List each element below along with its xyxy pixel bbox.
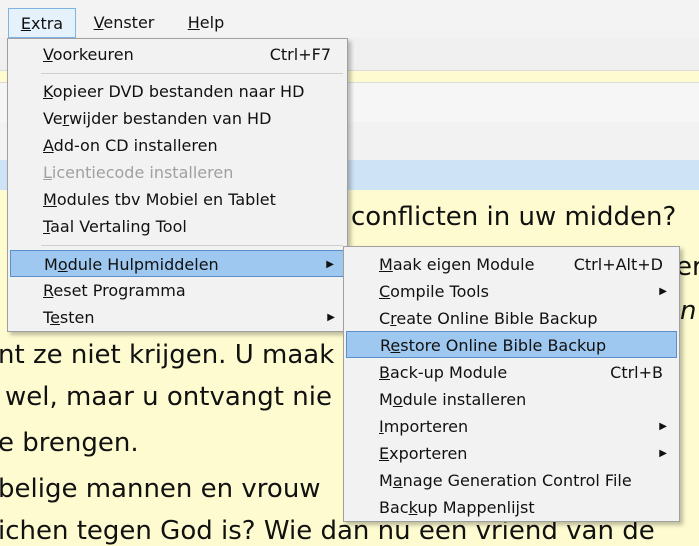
menu-item-backup-module[interactable]: Back-up Module Ctrl+B	[346, 359, 677, 386]
submenu-arrow-icon: ▶	[659, 286, 667, 297]
menu-item-voorkeuren[interactable]: Voorkeuren Ctrl+F7	[10, 41, 345, 68]
text-line: e brengen.	[0, 428, 139, 458]
menu-item-module-installeren[interactable]: Module installeren	[346, 386, 677, 413]
text-line: conflicten in uw midden?	[351, 202, 677, 232]
menu-item-verwijder-bestanden[interactable]: Verwijder bestanden van HD	[10, 105, 345, 132]
menu-item-exporteren[interactable]: Exporteren ▶	[346, 440, 677, 467]
menu-venster[interactable]: Venster	[86, 8, 162, 38]
menu-item-kopieer-dvd[interactable]: Kopieer DVD bestanden naar HD	[10, 78, 345, 105]
text-line: nt ze niet krijgen. U maak	[0, 340, 335, 370]
menu-item-compile-tools[interactable]: Compile Tools ▶	[346, 278, 677, 305]
menu-item-module-hulpmiddelen[interactable]: Module Hulpmiddelen ▶	[10, 250, 345, 277]
menu-item-reset-programma[interactable]: Reset Programma	[10, 277, 345, 304]
menu-item-testen[interactable]: Testen ▶	[10, 304, 345, 331]
submenu-arrow-icon: ▶	[327, 312, 335, 323]
submenu-arrow-icon: ▶	[326, 259, 334, 270]
menu-item-manage-generation-control[interactable]: Manage Generation Control File	[346, 467, 677, 494]
menu-item-restore-backup[interactable]: Restore Online Bible Backup	[346, 331, 677, 358]
menu-item-taal-vertaling[interactable]: Taal Vertaling Tool	[10, 213, 345, 240]
menu-item-backup-mappenlijst[interactable]: Backup Mappenlijst	[346, 494, 677, 521]
submenu-arrow-icon: ▶	[659, 421, 667, 432]
menu-help[interactable]: Help	[178, 8, 234, 38]
menu-extra[interactable]: Extra	[8, 8, 76, 38]
menu-item-importeren[interactable]: Importeren ▶	[346, 413, 677, 440]
menu-bar: Extra Venster Help	[0, 0, 699, 38]
menu-item-licentiecode: Licentiecode installeren	[43, 163, 234, 182]
text-line: n	[680, 296, 697, 326]
text-line: belige mannen en vrouw	[0, 474, 321, 504]
menu-item-addon-cd[interactable]: Add-on CD installeren	[10, 132, 345, 159]
menu-item-maak-eigen-module[interactable]: Maak eigen Module Ctrl+Alt+D	[346, 251, 677, 278]
module-hulpmiddelen-submenu: Maak eigen Module Ctrl+Alt+D Compile Too…	[343, 246, 680, 522]
extra-menu: Voorkeuren Ctrl+F7 Kopieer DVD bestanden…	[7, 38, 348, 332]
menu-item-create-backup[interactable]: Create Online Bible Backup	[346, 305, 677, 332]
submenu-arrow-icon: ▶	[659, 448, 667, 459]
text-line: wel, maar u ontvangt nie	[5, 382, 332, 412]
menu-separator	[41, 245, 343, 246]
menu-separator	[41, 73, 343, 74]
menu-item-modules-mobiel[interactable]: Modules tbv Mobiel en Tablet	[10, 186, 345, 213]
